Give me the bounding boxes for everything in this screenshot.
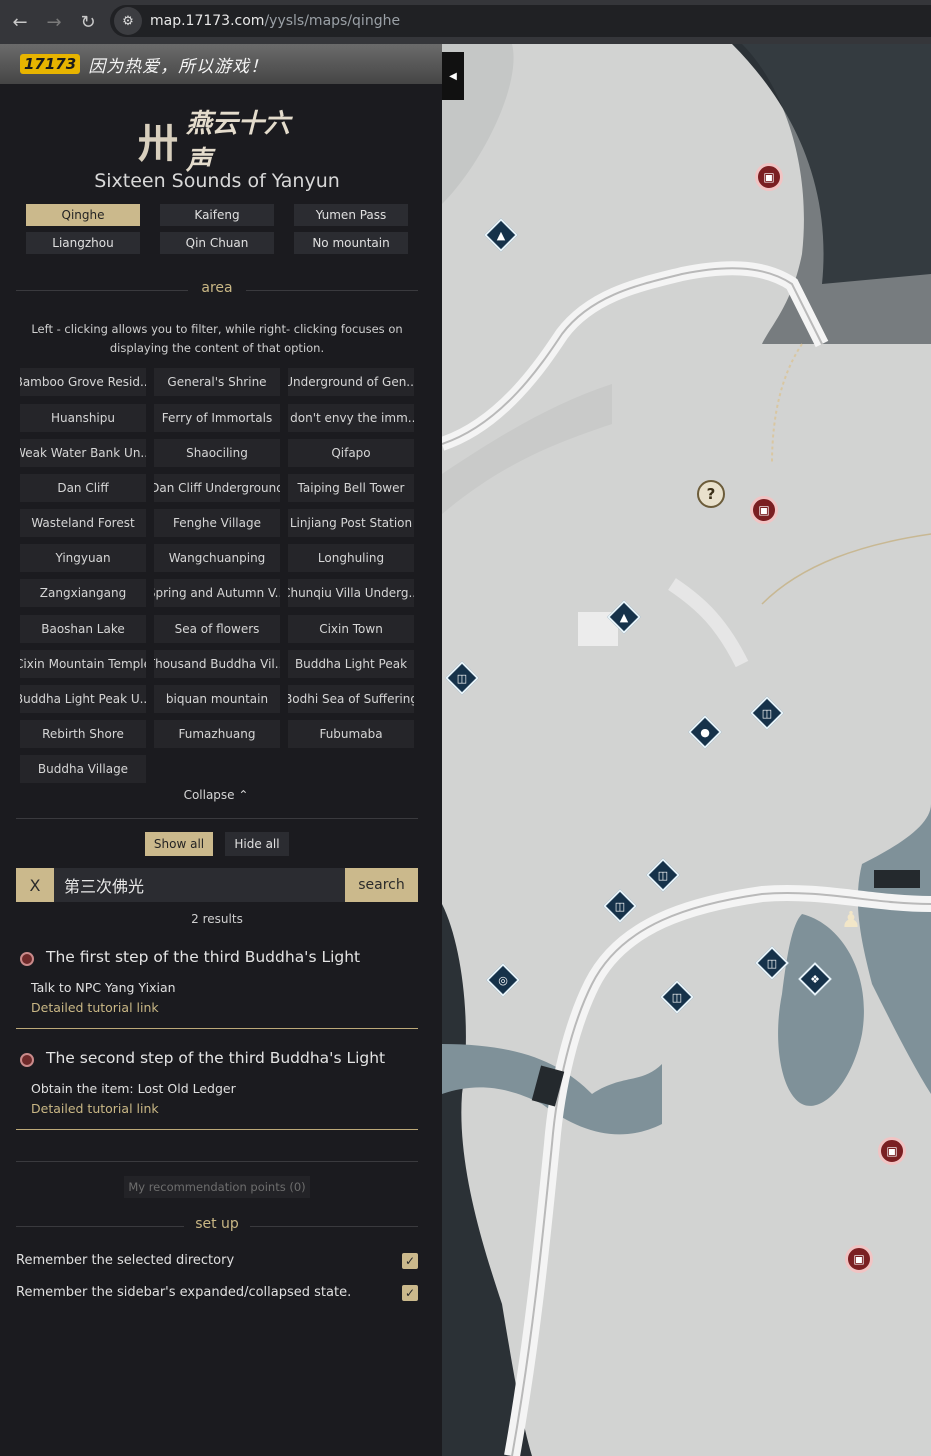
area-filter-button[interactable]: Buddha Light Peak	[288, 650, 414, 678]
area-filter-button[interactable]: Longhuling	[288, 544, 414, 572]
site-slogan: 因为热爱，所以游戏！	[88, 56, 269, 77]
area-filter-button[interactable]: Bodhi Sea of Suffering	[288, 685, 414, 713]
site-settings-icon[interactable]: ⚙	[114, 7, 142, 35]
area-filter-button[interactable]: Wasteland Forest	[20, 509, 146, 537]
area-filter-button[interactable]: Ferry of Immortals	[154, 404, 280, 432]
quest-marker-icon[interactable]: ▣	[845, 1245, 873, 1273]
checkbox[interactable]: ✓	[402, 1285, 418, 1301]
area-filter-button[interactable]: Underground of Gen...	[288, 368, 414, 396]
area-section-header: area	[16, 280, 418, 300]
map-tab-yumen-pass[interactable]: Yumen Pass	[294, 204, 408, 226]
area-filter-button[interactable]: Spring and Autumn V...	[154, 579, 280, 607]
back-icon[interactable]: ←	[6, 8, 34, 36]
area-filter-button[interactable]: Fubumaba	[288, 720, 414, 748]
sidebar: 17173 因为热爱，所以游戏！ 卅 燕云十六声 Sixteen Sounds …	[0, 44, 442, 1456]
show-all-button[interactable]: Show all	[145, 832, 213, 856]
area-filter-button[interactable]: Fumazhuang	[154, 720, 280, 748]
site-banner: 17173 因为热爱，所以游戏！	[0, 44, 442, 84]
statue-marker-icon[interactable]: ♟	[841, 906, 861, 934]
area-filter-button[interactable]: Thousand Buddha Vil...	[154, 650, 280, 678]
setting-remember-sidebar-state[interactable]: Remember the sidebar's expanded/collapse…	[16, 1284, 418, 1304]
area-header-label: area	[201, 280, 233, 296]
area-filter-button[interactable]: Taiping Bell Tower	[288, 474, 414, 502]
recommendation-points[interactable]: My recommendation points (0)	[124, 1176, 310, 1198]
tutorial-link[interactable]: Detailed tutorial link	[31, 1000, 159, 1015]
collapse-button[interactable]: Collapse ⌃	[170, 788, 262, 806]
divider	[16, 1161, 418, 1162]
map-tab-kaifeng[interactable]: Kaifeng	[160, 204, 274, 226]
setting-label: Remember the selected directory	[16, 1253, 235, 1268]
unknown-point-icon[interactable]: ?	[697, 480, 725, 508]
result-title[interactable]: The first step of the third Buddha's Lig…	[46, 948, 360, 966]
search-clear-button[interactable]: X	[16, 868, 54, 902]
area-filter-button[interactable]: General's Shrine	[154, 368, 280, 396]
game-logo: 卅 燕云十六声	[138, 109, 298, 176]
result-title[interactable]: The second step of the third Buddha's Li…	[46, 1049, 385, 1067]
quest-marker-icon[interactable]: ▣	[755, 163, 783, 191]
address-bar[interactable]: ⚙ map.17173.com/yysls/maps/qinghe	[110, 5, 931, 37]
game-logo-text: 燕云十六声	[186, 109, 291, 176]
reload-icon[interactable]: ↻	[74, 8, 102, 36]
area-filter-button[interactable]: Wangchuanping	[154, 544, 280, 572]
area-filter-button[interactable]: Baoshan Lake	[20, 615, 146, 643]
setup-header-label: set up	[195, 1216, 239, 1232]
area-filter-button[interactable]: Buddha Village	[20, 755, 146, 783]
area-filter-button[interactable]: Yingyuan	[20, 544, 146, 572]
result-description: Talk to NPC Yang Yixian	[31, 980, 176, 995]
search-result[interactable]: The first step of the third Buddha's Lig…	[16, 948, 418, 1029]
search-result[interactable]: The second step of the third Buddha's Li…	[16, 1049, 418, 1130]
area-filter-button[interactable]: biquan mountain	[154, 685, 280, 713]
hide-all-button[interactable]: Hide all	[225, 832, 289, 856]
area-filter-button[interactable]: Dan Cliff	[20, 474, 146, 502]
checkbox[interactable]: ✓	[402, 1253, 418, 1269]
quest-marker-icon	[20, 1053, 34, 1067]
map-tab-liangzhou[interactable]: Liangzhou	[26, 232, 140, 254]
map-tab-qinghe[interactable]: Qinghe	[26, 204, 140, 226]
area-filter-button[interactable]: Weak Water Bank Un...	[20, 439, 146, 467]
map-canvas[interactable]: ▣ ▣ ▣ ▣ ? ▲ ▲ ◫ ● ◫ ◫ ◫ ◫ ❖ ◎ ◫ ♟	[442, 44, 931, 1456]
game-logo-mark: 卅	[138, 120, 178, 167]
result-description: Obtain the item: Lost Old Ledger	[31, 1081, 236, 1096]
area-filter-button[interactable]: Zangxiangang	[20, 579, 146, 607]
collapse-sidebar-icon[interactable]: ◀	[442, 52, 464, 100]
area-filter-button[interactable]: Buddha Light Peak U...	[20, 685, 146, 713]
area-filter-button[interactable]: Rebirth Shore	[20, 720, 146, 748]
quest-marker-icon[interactable]: ▣	[750, 496, 778, 524]
area-filter-button[interactable]: Shaociling	[154, 439, 280, 467]
search-button[interactable]: search	[345, 868, 418, 902]
map-tab-no-mountain[interactable]: No mountain	[294, 232, 408, 254]
search-input[interactable]	[54, 868, 345, 902]
area-filter-button[interactable]: Qifapo	[288, 439, 414, 467]
divider	[16, 818, 418, 819]
url-text: map.17173.com/yysls/maps/qinghe	[150, 13, 400, 29]
area-filter-button[interactable]: Cixin Mountain Temple	[20, 650, 146, 678]
quest-marker-icon	[20, 952, 34, 966]
area-filter-button[interactable]: Huanshipu	[20, 404, 146, 432]
area-filter-button[interactable]: Bamboo Grove Resid...	[20, 368, 146, 396]
map-tab-qin-chuan[interactable]: Qin Chuan	[160, 232, 274, 254]
area-filter-button[interactable]: Fenghe Village	[154, 509, 280, 537]
result-count: 2 results	[191, 912, 243, 926]
url-domain: map.17173.com	[150, 13, 265, 29]
area-filter-button[interactable]: Dan Cliff Underground	[154, 474, 280, 502]
url-path: /yysls/maps/qinghe	[264, 13, 401, 29]
area-hint: Left - clicking allows you to filter, wh…	[31, 322, 403, 355]
tutorial-link[interactable]: Detailed tutorial link	[31, 1101, 159, 1116]
area-filter-button[interactable]: Chunqiu Villa Underg...	[288, 579, 414, 607]
area-filter-button[interactable]: I don't envy the imm...	[288, 404, 414, 432]
quest-marker-icon[interactable]: ▣	[878, 1137, 906, 1165]
setting-remember-directory[interactable]: Remember the selected directory ✓	[16, 1252, 418, 1272]
browser-toolbar: ← → ↻ ⚙ map.17173.com/yysls/maps/qinghe	[0, 0, 931, 44]
game-title: Sixteen Sounds of Yanyun	[94, 170, 340, 192]
area-filter-button[interactable]: Sea of flowers	[154, 615, 280, 643]
setup-section-header: set up	[16, 1216, 418, 1236]
area-filter-button[interactable]: Linjiang Post Station	[288, 509, 414, 537]
area-filter-button[interactable]: Cixin Town	[288, 615, 414, 643]
forward-icon[interactable]: →	[40, 8, 68, 36]
setting-label: Remember the sidebar's expanded/collapse…	[16, 1285, 352, 1300]
site-logo[interactable]: 17173	[20, 54, 81, 74]
